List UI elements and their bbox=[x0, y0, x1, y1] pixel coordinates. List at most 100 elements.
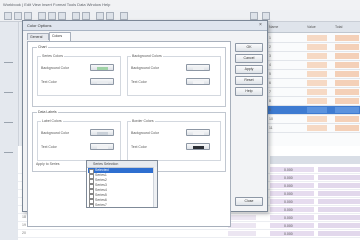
tab-panel: Chart Series Colors Background Color Tex… bbox=[27, 41, 231, 227]
cell[interactable] bbox=[307, 89, 327, 95]
cancel-button[interactable]: Cancel bbox=[235, 54, 263, 63]
cell[interactable] bbox=[318, 223, 360, 228]
cell[interactable] bbox=[335, 98, 359, 104]
cell[interactable] bbox=[307, 80, 327, 86]
open-icon[interactable] bbox=[14, 12, 22, 20]
background-color-button[interactable] bbox=[90, 64, 114, 71]
cell[interactable] bbox=[307, 116, 327, 122]
cell[interactable] bbox=[318, 231, 360, 236]
color-swatch bbox=[97, 145, 108, 149]
cell[interactable]: 0.000 bbox=[270, 175, 314, 180]
settings-icon[interactable] bbox=[262, 12, 270, 20]
list-item[interactable]: Series7 bbox=[88, 203, 156, 207]
redo-icon[interactable] bbox=[82, 12, 90, 20]
table-row[interactable]: 11 bbox=[267, 124, 360, 133]
checkbox[interactable] bbox=[89, 203, 94, 207]
cell[interactable] bbox=[318, 207, 360, 212]
cell[interactable] bbox=[307, 71, 327, 77]
table-row[interactable]: 3 bbox=[267, 52, 360, 61]
cell[interactable] bbox=[307, 53, 327, 59]
save-icon[interactable] bbox=[24, 12, 32, 20]
cell[interactable] bbox=[307, 107, 327, 113]
table-row[interactable]: 6 bbox=[267, 79, 360, 88]
cell[interactable] bbox=[307, 44, 327, 50]
table-row[interactable]: 10 bbox=[267, 115, 360, 124]
background-color-button[interactable] bbox=[90, 129, 114, 136]
cell[interactable] bbox=[335, 125, 359, 131]
cell[interactable] bbox=[335, 116, 359, 122]
tab-colors[interactable]: Colors bbox=[49, 32, 71, 41]
column-header-name[interactable]: Name bbox=[269, 25, 278, 29]
cell[interactable]: 0.000 bbox=[270, 231, 314, 236]
cell[interactable] bbox=[228, 231, 256, 236]
background-color-button[interactable] bbox=[186, 129, 210, 136]
cell[interactable] bbox=[307, 35, 327, 41]
field-label: Text Color bbox=[131, 80, 147, 84]
text-color-button[interactable] bbox=[186, 143, 210, 150]
column-header-value[interactable]: Value bbox=[307, 25, 316, 29]
table-row[interactable]: 7 bbox=[267, 88, 360, 97]
table-row[interactable]: 5 bbox=[267, 70, 360, 79]
cell[interactable]: 0.000 bbox=[270, 207, 314, 212]
reset-button[interactable]: Reset bbox=[235, 76, 263, 85]
cell[interactable]: 0.000 bbox=[270, 223, 314, 228]
cell[interactable] bbox=[335, 89, 359, 95]
cell[interactable] bbox=[335, 35, 359, 41]
cell[interactable] bbox=[318, 175, 360, 180]
apply-button[interactable]: Apply bbox=[235, 65, 263, 74]
cell[interactable] bbox=[307, 125, 327, 131]
table-row[interactable]: 2 bbox=[267, 43, 360, 52]
ok-button[interactable]: OK bbox=[235, 43, 263, 52]
paste-icon[interactable] bbox=[58, 12, 66, 20]
table-row[interactable]: 20 0.000 bbox=[18, 230, 360, 238]
background-color-button[interactable] bbox=[186, 64, 210, 71]
text-color-button[interactable] bbox=[90, 143, 114, 150]
cell[interactable] bbox=[335, 44, 359, 50]
text-color-button[interactable] bbox=[90, 78, 114, 85]
table-row[interactable]: 8 bbox=[267, 97, 360, 106]
cell[interactable] bbox=[335, 53, 359, 59]
table-row[interactable]: 4 bbox=[267, 61, 360, 70]
selected-table-row[interactable]: 9 bbox=[267, 106, 360, 115]
cell[interactable] bbox=[335, 62, 359, 68]
table-icon[interactable] bbox=[106, 12, 114, 20]
help-button[interactable]: Help bbox=[235, 87, 263, 96]
zoom-icon[interactable] bbox=[250, 12, 258, 20]
cell[interactable] bbox=[318, 183, 360, 188]
cell[interactable] bbox=[307, 98, 327, 104]
undo-icon[interactable] bbox=[72, 12, 80, 20]
copy-icon[interactable] bbox=[48, 12, 56, 20]
format-icon[interactable] bbox=[120, 12, 128, 20]
text-color-button[interactable] bbox=[186, 78, 210, 85]
cell[interactable] bbox=[318, 199, 360, 204]
cell-value: 0.000 bbox=[284, 191, 293, 196]
field-label: Background Color bbox=[41, 131, 70, 135]
close-button[interactable]: Close bbox=[235, 197, 263, 206]
cell[interactable]: 0.000 bbox=[270, 167, 314, 172]
cell[interactable]: 0.000 bbox=[270, 183, 314, 188]
cell[interactable] bbox=[228, 223, 256, 228]
cell[interactable] bbox=[318, 215, 360, 220]
cell[interactable] bbox=[318, 191, 360, 196]
new-icon[interactable] bbox=[4, 12, 12, 20]
list-scrollbar[interactable] bbox=[153, 167, 157, 207]
cell[interactable]: 0.000 bbox=[270, 199, 314, 204]
column-header-total[interactable]: Total bbox=[335, 25, 342, 29]
cell[interactable] bbox=[335, 80, 359, 86]
dialog-titlebar[interactable]: Color Options × bbox=[23, 21, 267, 31]
cell[interactable]: 0.000 bbox=[270, 191, 314, 196]
cut-icon[interactable] bbox=[38, 12, 46, 20]
series-listbox[interactable]: Series Selection Selected Series1 Series… bbox=[86, 160, 158, 208]
menu-bar-text[interactable]: Workbook | Edit View Insert Format Tools… bbox=[3, 2, 110, 7]
cell[interactable] bbox=[228, 215, 256, 220]
tab-general[interactable]: General bbox=[27, 33, 49, 40]
close-icon[interactable]: × bbox=[257, 22, 264, 28]
cell[interactable] bbox=[318, 167, 360, 172]
cell[interactable] bbox=[335, 71, 359, 77]
cell[interactable] bbox=[307, 62, 327, 68]
gutter-mark bbox=[4, 152, 13, 153]
chart-icon[interactable] bbox=[96, 12, 104, 20]
cell[interactable]: 0.000 bbox=[270, 215, 314, 220]
table-row[interactable]: 1 bbox=[267, 34, 360, 43]
cell[interactable] bbox=[335, 107, 359, 113]
